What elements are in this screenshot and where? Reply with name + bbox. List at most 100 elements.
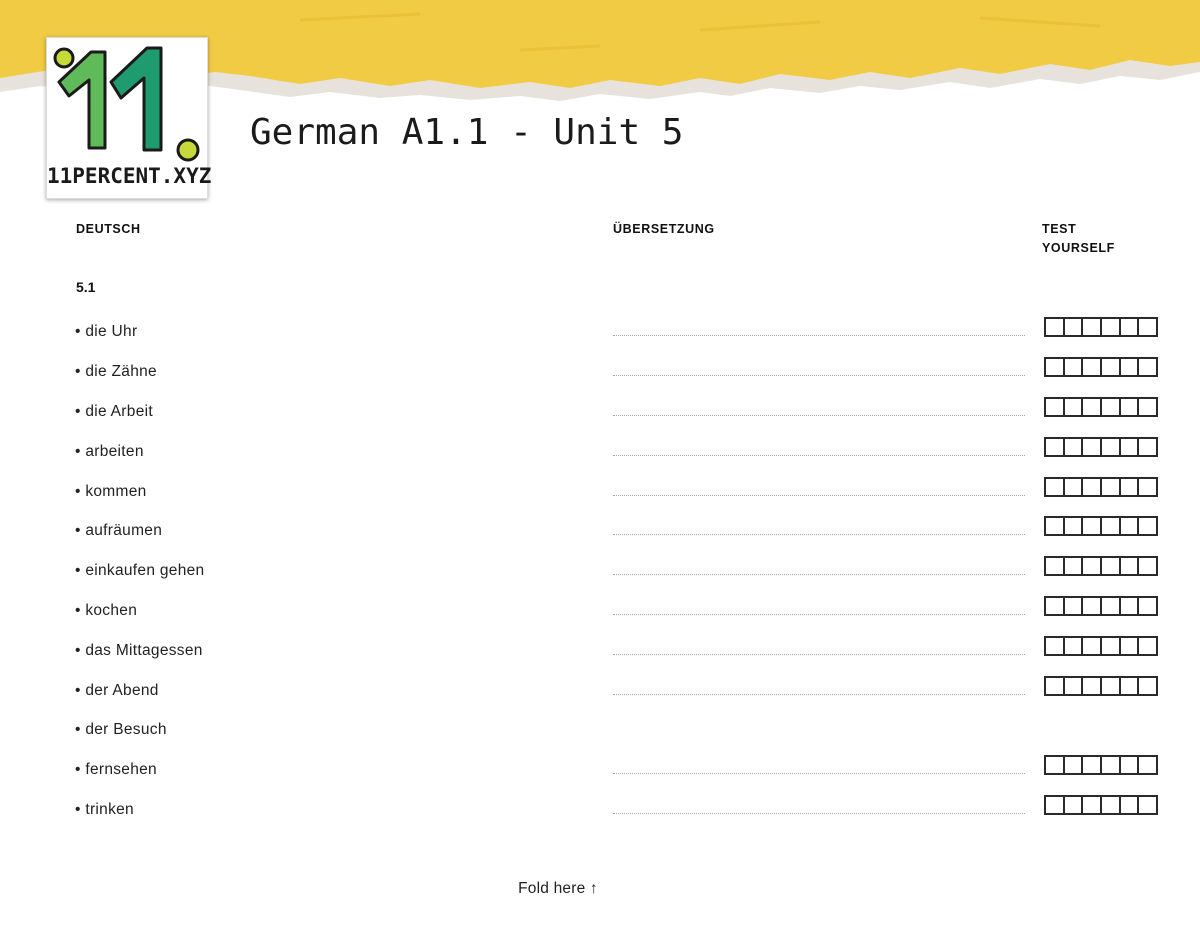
- checkbox-cell[interactable]: [1118, 518, 1138, 534]
- checkbox-cell[interactable]: [1137, 518, 1156, 534]
- checkbox-cell[interactable]: [1100, 319, 1119, 335]
- checkbox-cell[interactable]: [1137, 399, 1156, 415]
- translation-line[interactable]: [613, 495, 1025, 496]
- translation-line[interactable]: [613, 415, 1025, 416]
- checkbox-cell[interactable]: [1062, 319, 1082, 335]
- checkbox-cell[interactable]: [1081, 678, 1100, 694]
- checkbox-cell[interactable]: [1118, 678, 1138, 694]
- translation-line[interactable]: [613, 813, 1025, 814]
- checkbox-cell[interactable]: [1062, 439, 1082, 455]
- checkbox-cell[interactable]: [1118, 558, 1138, 574]
- checkbox-cell[interactable]: [1062, 359, 1082, 375]
- checkbox-cell[interactable]: [1118, 479, 1138, 495]
- checkbox-cell[interactable]: [1081, 518, 1100, 534]
- vocab-row: • arbeiten: [0, 437, 1200, 469]
- checkbox-cell[interactable]: [1137, 319, 1156, 335]
- checkbox-cell[interactable]: [1137, 678, 1156, 694]
- checkbox-cell[interactable]: [1046, 359, 1063, 375]
- checkbox-cell[interactable]: [1081, 797, 1100, 813]
- checkbox-cell[interactable]: [1046, 399, 1063, 415]
- test-yourself-boxes[interactable]: [1044, 596, 1158, 616]
- checkbox-cell[interactable]: [1137, 359, 1156, 375]
- checkbox-cell[interactable]: [1100, 518, 1119, 534]
- checkbox-cell[interactable]: [1062, 558, 1082, 574]
- checkbox-cell[interactable]: [1046, 678, 1063, 694]
- checkbox-cell[interactable]: [1137, 638, 1156, 654]
- checkbox-cell[interactable]: [1100, 797, 1119, 813]
- test-yourself-boxes[interactable]: [1044, 676, 1158, 696]
- checkbox-cell[interactable]: [1046, 757, 1063, 773]
- yourself-label: YOURSELF: [1042, 241, 1115, 255]
- checkbox-cell[interactable]: [1062, 518, 1082, 534]
- translation-line[interactable]: [613, 375, 1025, 376]
- checkbox-cell[interactable]: [1062, 757, 1082, 773]
- checkbox-cell[interactable]: [1137, 757, 1156, 773]
- checkbox-cell[interactable]: [1046, 319, 1063, 335]
- checkbox-cell[interactable]: [1081, 359, 1100, 375]
- translation-line[interactable]: [613, 455, 1025, 456]
- test-yourself-boxes[interactable]: [1044, 477, 1158, 497]
- checkbox-cell[interactable]: [1118, 319, 1138, 335]
- translation-line[interactable]: [613, 335, 1025, 336]
- test-yourself-boxes[interactable]: [1044, 516, 1158, 536]
- checkbox-cell[interactable]: [1046, 797, 1063, 813]
- checkbox-cell[interactable]: [1100, 757, 1119, 773]
- vocab-word: • die Uhr: [75, 323, 138, 340]
- checkbox-cell[interactable]: [1137, 439, 1156, 455]
- checkbox-cell[interactable]: [1081, 439, 1100, 455]
- checkbox-cell[interactable]: [1100, 678, 1119, 694]
- checkbox-cell[interactable]: [1137, 797, 1156, 813]
- test-yourself-boxes[interactable]: [1044, 636, 1158, 656]
- checkbox-cell[interactable]: [1081, 598, 1100, 614]
- checkbox-cell[interactable]: [1081, 638, 1100, 654]
- test-yourself-boxes[interactable]: [1044, 755, 1158, 775]
- checkbox-cell[interactable]: [1081, 558, 1100, 574]
- checkbox-cell[interactable]: [1046, 479, 1063, 495]
- checkbox-cell[interactable]: [1100, 439, 1119, 455]
- checkbox-cell[interactable]: [1081, 757, 1100, 773]
- checkbox-cell[interactable]: [1137, 479, 1156, 495]
- checkbox-cell[interactable]: [1062, 399, 1082, 415]
- checkbox-cell[interactable]: [1118, 439, 1138, 455]
- checkbox-cell[interactable]: [1118, 359, 1138, 375]
- test-yourself-boxes[interactable]: [1044, 556, 1158, 576]
- checkbox-cell[interactable]: [1100, 399, 1119, 415]
- checkbox-cell[interactable]: [1081, 399, 1100, 415]
- checkbox-cell[interactable]: [1046, 558, 1063, 574]
- checkbox-cell[interactable]: [1046, 439, 1063, 455]
- test-yourself-boxes[interactable]: [1044, 397, 1158, 417]
- checkbox-cell[interactable]: [1137, 598, 1156, 614]
- test-yourself-boxes[interactable]: [1044, 317, 1158, 337]
- translation-line[interactable]: [613, 694, 1025, 695]
- vocab-word: • der Besuch: [75, 721, 167, 738]
- checkbox-cell[interactable]: [1118, 399, 1138, 415]
- checkbox-cell[interactable]: [1081, 319, 1100, 335]
- checkbox-cell[interactable]: [1046, 598, 1063, 614]
- checkbox-cell[interactable]: [1118, 797, 1138, 813]
- translation-line[interactable]: [613, 614, 1025, 615]
- translation-line[interactable]: [613, 654, 1025, 655]
- checkbox-cell[interactable]: [1118, 598, 1138, 614]
- checkbox-cell[interactable]: [1100, 638, 1119, 654]
- checkbox-cell[interactable]: [1062, 638, 1082, 654]
- translation-line[interactable]: [613, 773, 1025, 774]
- translation-line[interactable]: [613, 534, 1025, 535]
- checkbox-cell[interactable]: [1062, 678, 1082, 694]
- checkbox-cell[interactable]: [1137, 558, 1156, 574]
- checkbox-cell[interactable]: [1100, 359, 1119, 375]
- checkbox-cell[interactable]: [1100, 598, 1119, 614]
- checkbox-cell[interactable]: [1118, 638, 1138, 654]
- checkbox-cell[interactable]: [1062, 797, 1082, 813]
- checkbox-cell[interactable]: [1100, 558, 1119, 574]
- checkbox-cell[interactable]: [1062, 479, 1082, 495]
- checkbox-cell[interactable]: [1046, 638, 1063, 654]
- test-yourself-boxes[interactable]: [1044, 795, 1158, 815]
- test-yourself-boxes[interactable]: [1044, 357, 1158, 377]
- checkbox-cell[interactable]: [1046, 518, 1063, 534]
- test-yourself-boxes[interactable]: [1044, 437, 1158, 457]
- checkbox-cell[interactable]: [1100, 479, 1119, 495]
- checkbox-cell[interactable]: [1081, 479, 1100, 495]
- translation-line[interactable]: [613, 574, 1025, 575]
- checkbox-cell[interactable]: [1062, 598, 1082, 614]
- checkbox-cell[interactable]: [1118, 757, 1138, 773]
